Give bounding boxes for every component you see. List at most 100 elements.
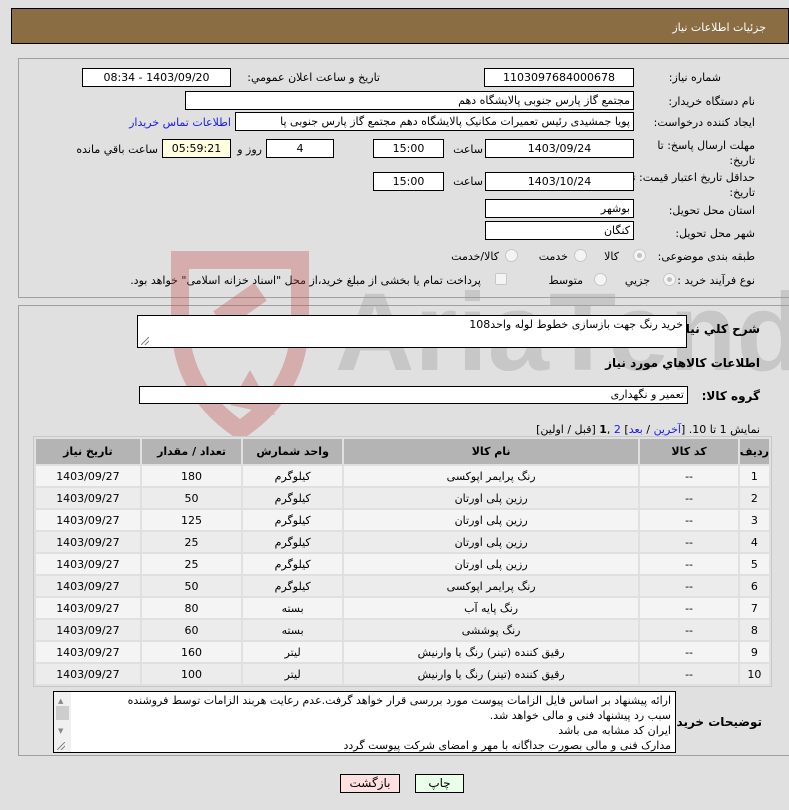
print-button[interactable]: چاپ bbox=[415, 774, 464, 793]
cell-unit: کیلوگرم bbox=[243, 576, 342, 596]
cell-goods-code: -- bbox=[640, 598, 738, 618]
page-header: جزئیات اطلاعات نیاز bbox=[11, 8, 789, 44]
purchase-minor-label: جزیي bbox=[624, 274, 650, 287]
announce-datetime-label: تاريخ و ساعت اعلان عمومي: bbox=[247, 71, 380, 84]
cell-row-number: 10 bbox=[739, 664, 769, 684]
city-label: شهر محل تحویل: bbox=[675, 227, 755, 240]
pagination-next-link[interactable]: بعد bbox=[629, 423, 643, 436]
cell-row-number: 3 bbox=[739, 510, 769, 530]
col-need-date: تاریخ نیاز bbox=[36, 439, 140, 464]
cell-quantity: 100 bbox=[141, 664, 242, 684]
resize-handle-icon[interactable] bbox=[141, 337, 149, 345]
cell-unit: بسته bbox=[243, 620, 342, 640]
province-label: استان محل تحویل: bbox=[668, 204, 755, 217]
cell-goods-code: -- bbox=[640, 466, 738, 486]
reply-deadline-date: 1403/09/24 bbox=[485, 139, 634, 158]
cell-need-date: 1403/09/27 bbox=[36, 576, 140, 596]
buyer-notes-field: ارائه پیشنهاد بر اساس فایل الزامات پیوست… bbox=[53, 691, 676, 753]
price-validity-time: 15:00 bbox=[373, 172, 444, 191]
buyer-notes-line: سبب رد پیشنهاد فنی و مالی خواهد شد. bbox=[489, 709, 671, 722]
cell-goods-name: رنگ پرایمر اپوکسی bbox=[343, 466, 639, 486]
requester-label: ایجاد کننده درخواست: bbox=[653, 116, 755, 129]
category-service-label: خدمت bbox=[538, 250, 568, 263]
cell-unit: بسته bbox=[243, 598, 342, 618]
pagination-last-link[interactable]: آخرین bbox=[654, 423, 681, 436]
table-row: 10 -- رقیق کننده (تینر) رنگ یا وارنیش لیتر 1… bbox=[36, 664, 769, 684]
buyer-contact-link[interactable]: اطلاعات تماس خریدار bbox=[129, 116, 231, 129]
pagination-comma: , bbox=[606, 423, 614, 436]
cell-goods-name: رنگ پوششی bbox=[343, 620, 639, 640]
cell-unit: کیلوگرم bbox=[243, 554, 342, 574]
cell-need-date: 1403/09/27 bbox=[36, 532, 140, 552]
requester-field: پویا جمشیدی رئیس تعمیرات مکانیک پالایشگا… bbox=[235, 112, 634, 131]
col-goods-code: کد کالا bbox=[640, 439, 738, 464]
cell-need-date: 1403/09/27 bbox=[36, 598, 140, 618]
cell-quantity: 125 bbox=[141, 510, 242, 530]
need-number-field: 1103097684000678 bbox=[484, 68, 634, 87]
pagination-bracket: ] bbox=[620, 423, 629, 436]
cell-unit: کیلوگرم bbox=[243, 532, 342, 552]
cell-goods-name: رزین پلی اورتان bbox=[343, 510, 639, 530]
cell-goods-name: رقیق کننده (تینر) رنگ یا وارنیش bbox=[343, 642, 639, 662]
category-service-radio[interactable] bbox=[574, 249, 587, 262]
city-field: کنگان bbox=[485, 221, 634, 240]
purchase-medium-radio[interactable] bbox=[594, 273, 607, 286]
pagination-page-1-current: 1 bbox=[599, 423, 607, 436]
cell-row-number: 5 bbox=[739, 554, 769, 574]
purchase-minor-radio[interactable] bbox=[663, 273, 676, 286]
buyer-notes-scrollbar[interactable]: ▲ ▼ bbox=[54, 692, 71, 752]
cell-goods-name: رزین پلی اورتان bbox=[343, 532, 639, 552]
buyer-notes-line: مدارک فنی و مالی بصورت جداگانه با مهر و … bbox=[343, 739, 671, 752]
cell-goods-name: رقیق کننده (تینر) رنگ یا وارنیش bbox=[343, 664, 639, 684]
table-row: 3 -- رزین پلی اورتان کیلوگرم 125 1403/09/27 bbox=[36, 510, 769, 530]
remaining-time: 05:59:21 bbox=[162, 139, 231, 158]
cell-quantity: 25 bbox=[141, 532, 242, 552]
cell-goods-name: رزین پلی اورتان bbox=[343, 488, 639, 508]
cell-unit: کیلوگرم bbox=[243, 510, 342, 530]
pagination: نمایش 1 تا 10. [آخرین / بعد] 2 ,1 [قبل /… bbox=[536, 423, 760, 436]
remaining-days: 4 bbox=[266, 139, 334, 158]
back-button[interactable]: بازگشت bbox=[340, 774, 400, 793]
cell-need-date: 1403/09/27 bbox=[36, 642, 140, 662]
cell-goods-code: -- bbox=[640, 576, 738, 596]
cell-quantity: 25 bbox=[141, 554, 242, 574]
page-title: جزئیات اطلاعات نیاز bbox=[672, 21, 766, 34]
pagination-separator: / bbox=[642, 423, 654, 436]
cell-unit: کیلوگرم bbox=[243, 466, 342, 486]
purchase-medium-label: متوسط bbox=[548, 274, 583, 287]
cell-goods-code: -- bbox=[640, 642, 738, 662]
cell-goods-code: -- bbox=[640, 488, 738, 508]
cell-row-number: 9 bbox=[739, 642, 769, 662]
cell-goods-code: -- bbox=[640, 554, 738, 574]
announce-datetime-field: 1403/09/20 - 08:34 bbox=[82, 68, 231, 87]
col-row-number: ردیف bbox=[739, 439, 769, 464]
table-row: 7 -- رنگ پایه آب بسته 80 1403/09/27 bbox=[36, 598, 769, 618]
buyer-org-field: مجتمع گاز پارس جنوبی پالایشگاه دهم bbox=[185, 91, 634, 110]
cell-goods-name: رزین پلی اورتان bbox=[343, 554, 639, 574]
category-both-radio[interactable] bbox=[505, 249, 518, 262]
resize-handle-icon[interactable] bbox=[57, 742, 65, 750]
items-section-title: اطلاعات کالاهاي مورد نياز bbox=[605, 356, 760, 370]
cell-row-number: 4 bbox=[739, 532, 769, 552]
category-both-label: کالا/خدمت bbox=[451, 250, 499, 263]
table-row: 9 -- رقیق کننده (تینر) رنگ یا وارنیش لیتر 16… bbox=[36, 642, 769, 662]
table-row: 6 -- رنگ پرایمر اپوکسی کیلوگرم 50 1403/09/27 bbox=[36, 576, 769, 596]
cell-need-date: 1403/09/27 bbox=[36, 554, 140, 574]
cell-goods-code: -- bbox=[640, 532, 738, 552]
scroll-thumb[interactable] bbox=[56, 706, 69, 720]
treasury-checkbox[interactable] bbox=[495, 273, 507, 285]
cell-quantity: 180 bbox=[141, 466, 242, 486]
reply-deadline-time: 15:00 bbox=[373, 139, 444, 158]
purchase-type-label: نوع فرآیند خرید : bbox=[677, 274, 755, 287]
cell-row-number: 2 bbox=[739, 488, 769, 508]
goods-group-field: تعمیر و نگهداری bbox=[139, 386, 688, 404]
pagination-page-2[interactable]: 2 bbox=[614, 423, 621, 436]
cell-row-number: 6 bbox=[739, 576, 769, 596]
col-unit: واحد شمارش bbox=[243, 439, 342, 464]
scroll-down-arrow-icon[interactable]: ▼ bbox=[58, 724, 63, 739]
cell-quantity: 50 bbox=[141, 576, 242, 596]
cell-row-number: 8 bbox=[739, 620, 769, 640]
cell-goods-name: رنگ پرایمر اپوکسی bbox=[343, 576, 639, 596]
goods-table-header: ردیف کد کالا نام کالا واحد شمارش تعداد /… bbox=[36, 439, 769, 464]
category-goods-radio[interactable] bbox=[633, 249, 646, 262]
